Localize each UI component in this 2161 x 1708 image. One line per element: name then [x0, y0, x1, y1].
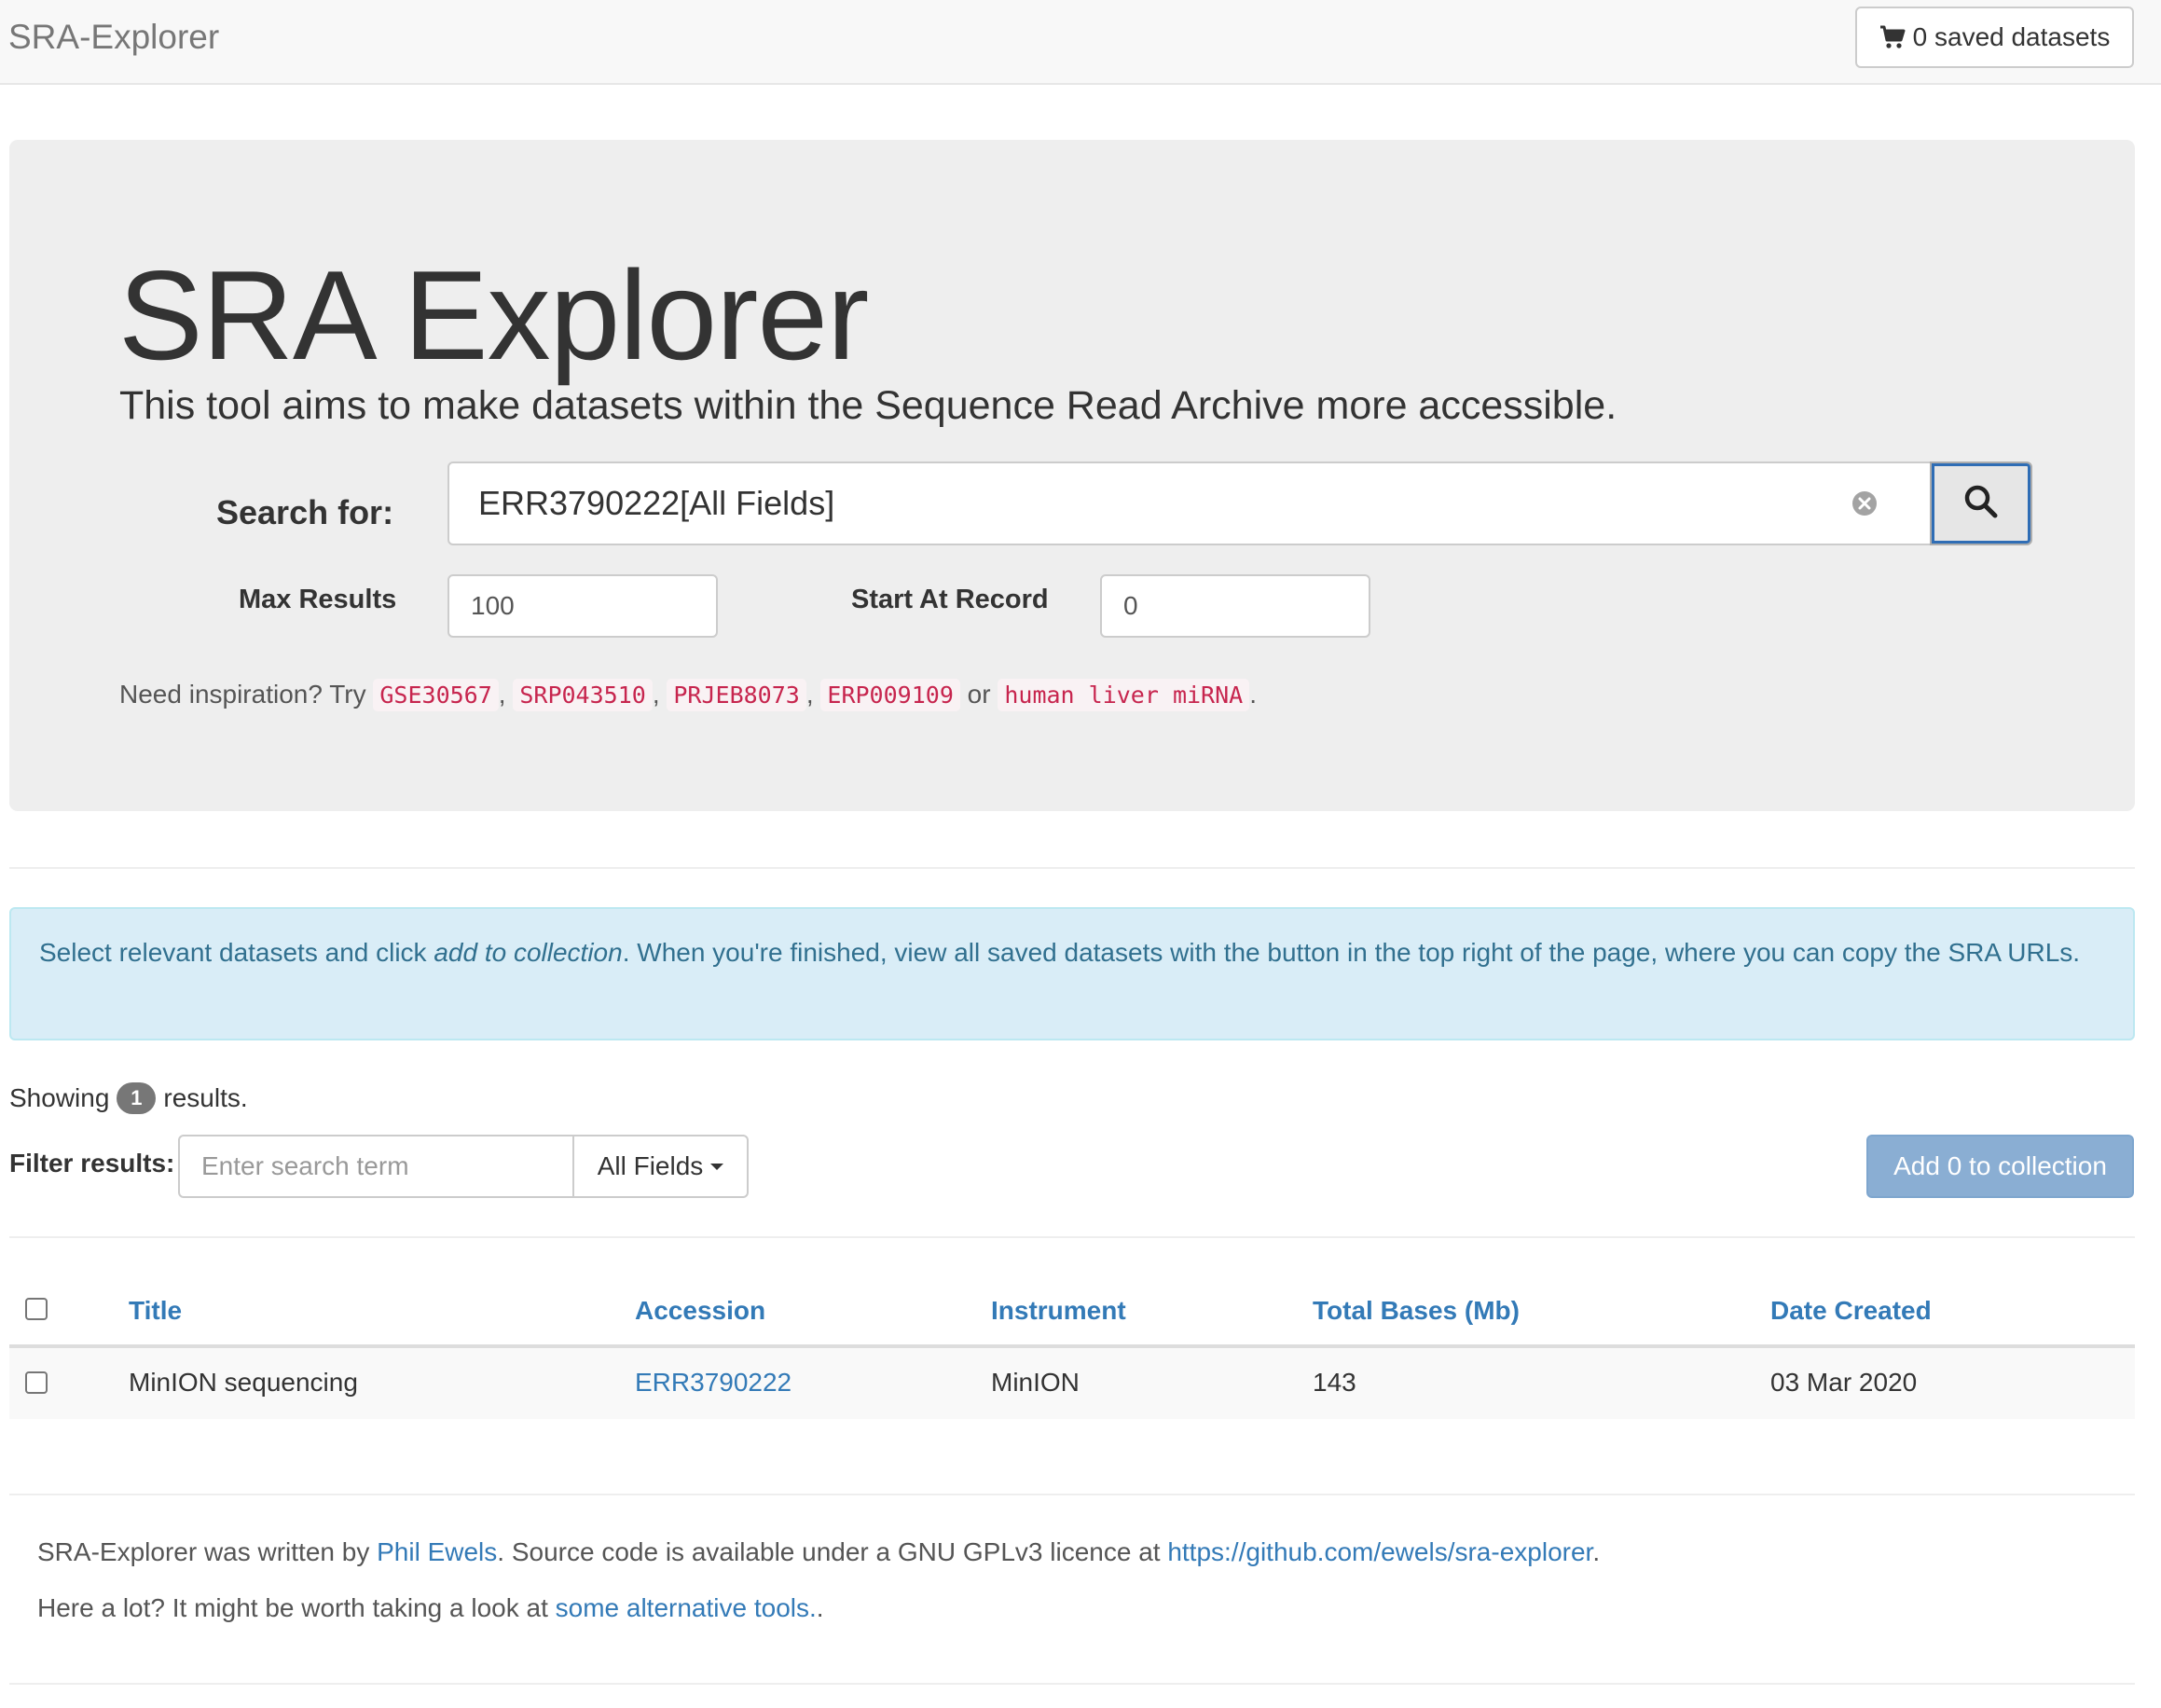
alert-text-rest: . When you're finished, view all saved d…: [622, 938, 2081, 967]
start-record-label: Start At Record: [851, 585, 1049, 614]
column-header-date-created[interactable]: Date Created: [1770, 1292, 1932, 1329]
separator: ,: [652, 680, 660, 709]
example-query-prjeb8073[interactable]: PRJEB8073: [667, 679, 806, 711]
chevron-down-icon: [710, 1163, 724, 1170]
author-link[interactable]: Phil Ewels: [377, 1537, 497, 1566]
max-results-label: Max Results: [239, 585, 397, 614]
separator: ,: [805, 680, 814, 709]
filter-input[interactable]: Enter search term: [178, 1135, 574, 1198]
cell-total-bases: 143: [1313, 1368, 1356, 1397]
inspiration-end: .: [1249, 680, 1257, 709]
footer-text: .: [1592, 1537, 1601, 1566]
separator: ,: [498, 680, 506, 709]
inspiration-text: Need inspiration? Try GSE30567, SRP04351…: [119, 667, 1257, 723]
alert-emphasis: add to collection: [434, 938, 623, 967]
max-results-input[interactable]: 100: [447, 574, 718, 638]
row-checkbox[interactable]: [25, 1371, 48, 1394]
column-header-instrument[interactable]: Instrument: [991, 1292, 1126, 1329]
filter-field-dropdown[interactable]: All Fields: [572, 1135, 749, 1198]
inspiration-prefix: Need inspiration? Try: [119, 680, 366, 709]
footer-alternatives: Here a lot? It might be worth taking a l…: [37, 1590, 824, 1627]
showing-suffix: results.: [163, 1083, 248, 1112]
start-record-input[interactable]: 0: [1100, 574, 1370, 638]
results-count-text: Showing 1 results.: [9, 1080, 248, 1117]
search-label: Search for:: [216, 493, 394, 531]
example-query-human-liver-mirna[interactable]: human liver miRNA: [998, 679, 1250, 711]
search-jumbotron: SRA Explorer This tool aims to make data…: [9, 140, 2135, 811]
top-navbar: SRA-Explorer 0 saved datasets: [0, 0, 2161, 85]
divider: [9, 1236, 2135, 1238]
alternative-tools-link[interactable]: some alternative tools.: [556, 1593, 817, 1622]
clear-icon[interactable]: [1851, 490, 1878, 517]
add-to-collection-button[interactable]: Add 0 to collection: [1866, 1135, 2134, 1198]
column-header-total-bases[interactable]: Total Bases (Mb): [1313, 1292, 1520, 1329]
example-query-srp043510[interactable]: SRP043510: [513, 679, 653, 711]
column-header-accession[interactable]: Accession: [635, 1292, 765, 1329]
info-alert: Select relevant datasets and click add t…: [9, 907, 2135, 1040]
saved-datasets-label: 0 saved datasets: [1912, 22, 2111, 51]
footer-text: . Source code is available under a GNU G…: [497, 1537, 1168, 1566]
results-count-badge: 1: [117, 1082, 157, 1114]
search-button[interactable]: [1930, 461, 2032, 545]
divider: [9, 1683, 2135, 1685]
footer-text: .: [816, 1593, 824, 1622]
alert-text: Select relevant datasets and click: [39, 938, 434, 967]
example-query-erp009109[interactable]: ERP009109: [820, 679, 960, 711]
divider: [9, 1494, 2135, 1495]
divider: [9, 867, 2135, 869]
cell-accession-link[interactable]: ERR3790222: [635, 1364, 791, 1401]
search-field-wrapper: [447, 461, 1939, 545]
column-header-title[interactable]: Title: [129, 1292, 182, 1329]
brand-logo-text[interactable]: SRA-Explorer: [8, 0, 219, 75]
cell-title: MinION sequencing: [129, 1368, 358, 1397]
inspiration-or: or: [967, 680, 991, 709]
saved-datasets-button[interactable]: 0 saved datasets: [1855, 7, 2134, 68]
cell-instrument: MinION: [991, 1368, 1080, 1397]
repo-link[interactable]: https://github.com/ewels/sra-explorer: [1167, 1537, 1592, 1566]
showing-prefix: Showing: [9, 1083, 110, 1112]
cell-date-created: 03 Mar 2020: [1770, 1368, 1918, 1397]
select-all-checkbox[interactable]: [25, 1298, 48, 1320]
filter-label: Filter results:: [9, 1149, 175, 1178]
shopping-cart-icon: [1879, 25, 1906, 49]
footer-credits: SRA-Explorer was written by Phil Ewels. …: [37, 1534, 1600, 1571]
footer-text: SRA-Explorer was written by: [37, 1537, 378, 1566]
search-input[interactable]: [449, 463, 1876, 544]
page-lead: This tool aims to make datasets within t…: [119, 383, 1617, 428]
filter-field-value: All Fields: [597, 1151, 704, 1180]
footer-text: Here a lot? It might be worth taking a l…: [37, 1593, 556, 1622]
search-icon: [1963, 484, 1999, 524]
example-query-gse30567[interactable]: GSE30567: [373, 679, 499, 711]
